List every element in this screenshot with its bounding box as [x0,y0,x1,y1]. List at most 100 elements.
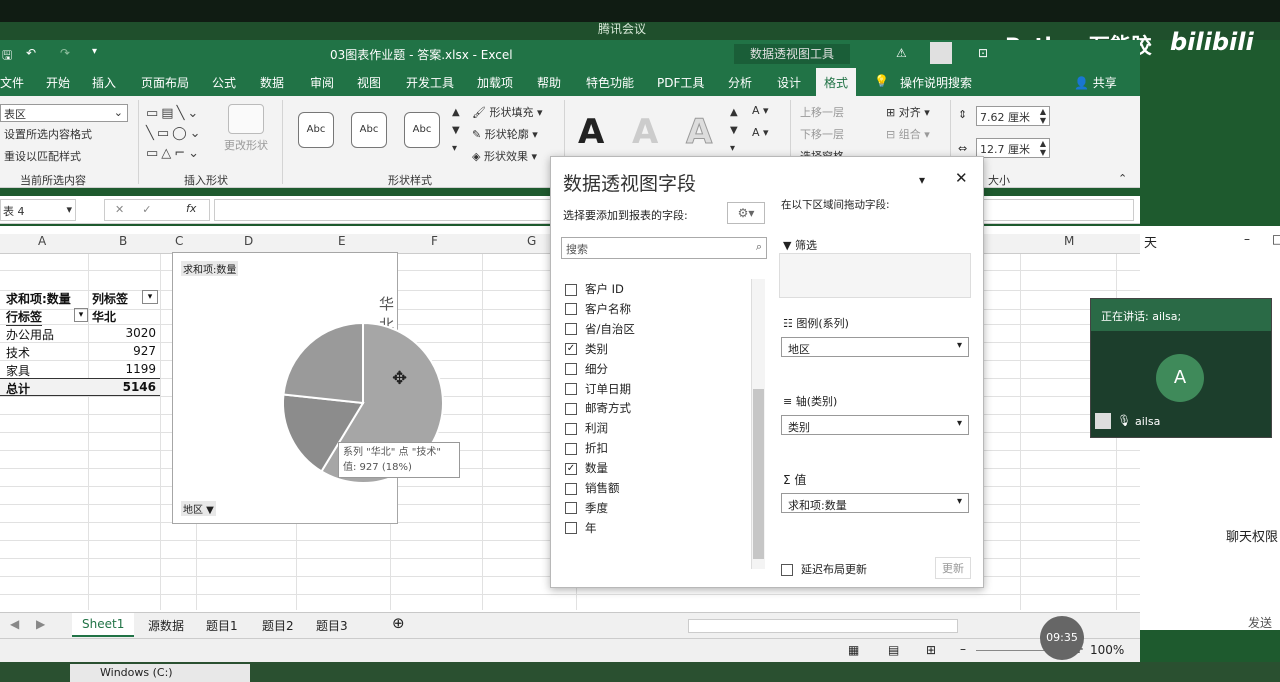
pivot-row-label[interactable]: 技术 [6,344,30,361]
column-header-d[interactable]: D [244,234,253,254]
filter-drop-area[interactable] [779,253,971,298]
page-break-view-icon[interactable]: ⊞ [926,643,936,657]
scroll-tabs-right-icon[interactable]: ▶ [36,617,45,631]
checkbox[interactable] [565,442,577,455]
tab-format[interactable]: 格式 [816,68,857,96]
shape-style-2[interactable]: Abc [351,112,387,148]
user-icon[interactable] [930,42,952,64]
field-item[interactable]: 利润 [565,420,608,436]
checked-checkbox[interactable]: ✓ [565,343,577,356]
zoom-out-button[interactable]: – [960,642,966,656]
pivot-row-value[interactable]: 1199 [106,362,156,376]
update-button[interactable]: 更新 [935,557,971,579]
checkbox[interactable] [565,522,577,535]
pivot-value-header[interactable]: 求和项:数量 [6,290,71,307]
pie-slice-家具[interactable] [282,321,364,405]
checkbox[interactable] [565,363,577,376]
tab-features[interactable]: 特色功能 [586,74,634,91]
field-item[interactable]: 省/自治区 [565,321,635,337]
shapes-gallery[interactable]: ▭▤╲⌄ ╲▭◯⌄ ▭△⌐⌄ [146,104,222,164]
change-shape-button[interactable]: 更改形状 [224,137,268,153]
normal-view-icon[interactable]: ▦ [848,643,859,657]
tell-me-search[interactable]: 操作说明搜索 [900,74,972,91]
scroll-tabs-left-icon[interactable]: ◀ [10,617,19,631]
sheet-tab[interactable]: 题目3 [316,617,348,634]
shape-fill-button[interactable]: 🖌 形状填充 ▾ [472,104,543,120]
ribbon-display-icon[interactable]: ⊡ [978,46,988,60]
chart-value-field-button[interactable]: 求和项:数量 [181,261,239,276]
sheet-tab[interactable]: 题目1 [206,617,238,634]
checked-checkbox[interactable]: ✓ [565,462,577,475]
field-item[interactable]: 客户名称 [565,301,631,317]
tab-pdf[interactable]: PDF工具 [657,74,704,91]
checkbox[interactable] [565,283,577,296]
horizontal-scrollbar[interactable] [688,619,958,633]
column-header-c[interactable]: C [175,234,183,254]
field-item[interactable]: 邮寄方式 [565,400,631,416]
pivot-row-label[interactable]: 家具 [6,362,30,379]
redo-button[interactable]: ↷ [60,46,70,60]
tab-addins[interactable]: 加载项 [477,74,513,91]
axis-field-dropdown[interactable]: 类别 [781,415,969,435]
tab-review[interactable]: 审阅 [310,74,334,91]
field-item[interactable]: 细分 [565,361,608,377]
tab-formulas[interactable]: 公式 [212,74,236,91]
column-header-b[interactable]: B [119,234,127,254]
tab-view[interactable]: 视图 [357,74,381,91]
save-icon[interactable]: 🖫 [2,46,12,67]
change-shape-icon[interactable] [228,104,264,134]
minimize-icon[interactable]: – [1244,232,1250,246]
tab-help[interactable]: 帮助 [537,74,561,91]
shape-width-input[interactable]: 12.7 厘米 ▲ ▼ [976,138,1050,158]
pivot-column-labels[interactable]: 列标签 [92,290,128,307]
sheet-tab[interactable]: 题目2 [262,617,294,634]
field-item[interactable]: 折扣 [565,440,608,456]
column-header-g[interactable]: G [527,234,536,254]
bring-forward-button[interactable]: 上移一层 [800,104,844,120]
text-outline-icon[interactable]: A ▾ [752,126,769,139]
chart-element-dropdown[interactable]: 表区 ⌄ [0,104,128,122]
panel-options-icon[interactable]: ▾ [919,173,925,187]
maximize-icon[interactable]: □ [1272,232,1280,246]
align-button[interactable]: ⊞ 对齐 ▾ [886,104,930,120]
shape-styles-scroll[interactable]: ▲ ▼ ▾ [452,104,464,162]
shape-style-3[interactable]: Abc [404,112,440,148]
checkbox[interactable] [565,482,577,495]
legend-field-dropdown[interactable]: 地区 [781,337,969,357]
scrollbar-thumb[interactable] [753,389,764,559]
column-header-m[interactable]: M [1064,234,1074,254]
spinner-icon[interactable]: ▲ ▼ [1040,139,1046,157]
spinner-icon[interactable]: ▲ ▼ [1040,107,1046,125]
field-item[interactable]: 季度 [565,500,608,516]
send-backward-button[interactable]: 下移一层 [800,126,844,142]
field-item[interactable]: ✓ 数量 [565,460,608,476]
field-item[interactable]: 订单日期 [565,381,631,397]
shape-effect-button[interactable]: ◈ 形状效果 ▾ [472,148,537,164]
tab-data[interactable]: 数据 [260,74,284,91]
page-layout-view-icon[interactable]: ▤ [888,643,899,657]
tab-analyze[interactable]: 分析 [728,74,752,91]
pivot-row-value[interactable]: 3020 [106,326,156,340]
chart-axis-field-button[interactable]: 地区 ▼ [181,501,216,516]
checkbox[interactable] [565,323,577,336]
reset-style-button[interactable]: 重设以匹配样式 [4,148,81,164]
column-header-f[interactable]: F [431,234,438,254]
undo-button[interactable]: ↶ [26,46,36,60]
pivot-column-value[interactable]: 华北 [92,308,116,325]
values-field-dropdown[interactable]: 求和项:数量 [781,493,969,513]
warning-icon[interactable]: ⚠ [896,46,907,60]
shape-height-input[interactable]: 7.62 厘米 ▲ ▼ [976,106,1050,126]
sheet-tab-active[interactable]: Sheet1 [72,613,135,637]
field-item[interactable]: 客户 ID [565,281,624,297]
shape-outline-button[interactable]: ✎ 形状轮廓 ▾ [472,126,538,142]
column-filter-button[interactable]: ▾ [142,290,158,304]
pivot-chart[interactable]: 求和项:数量 华北 地区 ▼ [172,252,444,524]
zoom-level[interactable]: 100% [1090,643,1124,657]
tab-insert[interactable]: 插入 [92,74,116,91]
checkbox[interactable] [565,402,577,415]
field-item[interactable]: ✓ 类别 [565,341,608,357]
checkbox[interactable] [565,422,577,435]
checkbox[interactable] [565,502,577,515]
text-fill-icon[interactable]: A ▾ [752,104,769,117]
shape-style-1[interactable]: Abc [298,112,334,148]
